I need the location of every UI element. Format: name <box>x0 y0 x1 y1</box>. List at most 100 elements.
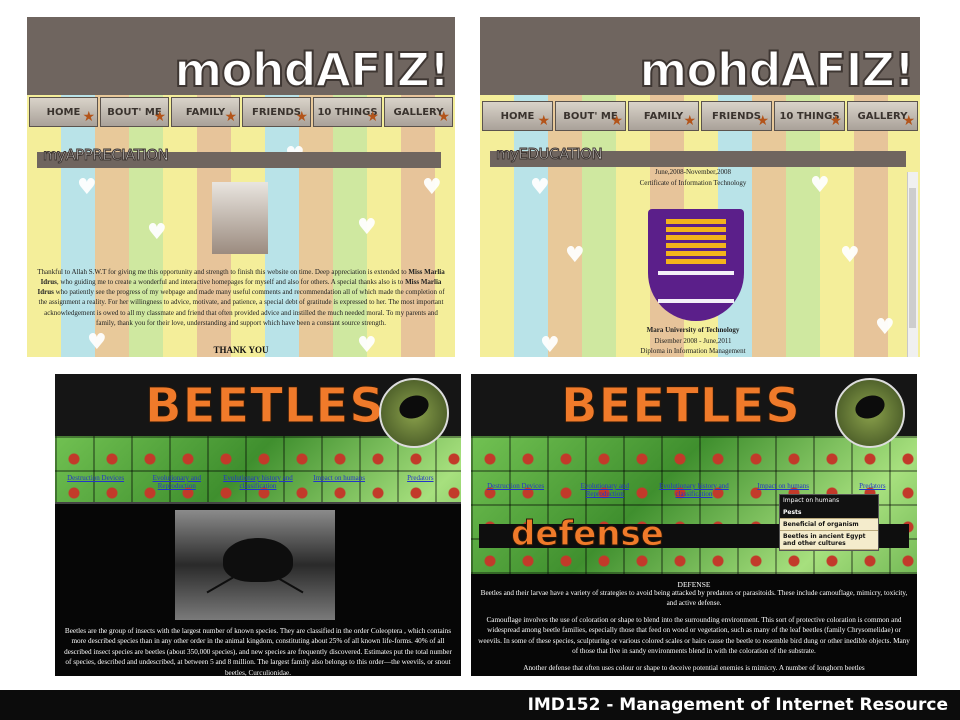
beetles-title: BEETLES <box>145 378 385 435</box>
scrollbar-thumb[interactable] <box>909 188 916 328</box>
text-segment: Thankful to Allah S.W.T for giving me th… <box>37 268 409 276</box>
nav-home[interactable]: HOME ★ <box>482 101 553 131</box>
nav-gallery[interactable]: GALLERY ★ <box>384 97 453 127</box>
screenshot-appreciation: ♥ ♥ ♥ ♥ ♥ ♥ ♥ mohdAFIZ! HOME★ BOUT' ME★ … <box>27 17 455 357</box>
nav-friends[interactable]: FRIENDS ★ <box>242 97 311 127</box>
heart-decoration: ♥ <box>357 215 377 240</box>
star-icon: ★ <box>224 109 237 125</box>
text-segment: who patiently see the progress of my web… <box>38 288 445 327</box>
nav-label: FRIENDS <box>252 106 301 118</box>
nav-family[interactable]: FAMILY ★ <box>628 101 699 131</box>
star-icon: ★ <box>153 109 166 125</box>
star-icon: ★ <box>902 113 915 129</box>
section-heading-bar: myEDUCATION <box>490 145 906 167</box>
nav-about[interactable]: BOUT' ME ★ <box>555 101 626 131</box>
university-logo <box>648 209 744 321</box>
beetles-content: Beetles are the group of insects with th… <box>55 502 461 676</box>
star-icon: ★ <box>683 113 696 129</box>
nav-link[interactable]: Evolutionary history and classification <box>659 482 729 498</box>
nav-label: GALLERY <box>393 106 444 118</box>
heart-decoration: ♥ <box>147 220 167 245</box>
site-logo: mohdAFIZ! <box>638 42 916 98</box>
nav-label: FAMILY <box>643 110 684 122</box>
nav-label: HOME <box>500 110 535 122</box>
nav-bar: HOME ★ BOUT' ME ★ FAMILY ★ FRIENDS ★ 10 THIN… <box>480 101 920 131</box>
thank-you-text: THANK YOU <box>213 345 269 355</box>
beetle-photo <box>175 510 335 620</box>
beetle-body <box>223 538 293 582</box>
star-icon: ★ <box>366 109 379 125</box>
nav-about[interactable]: BOUT' ME ★ <box>100 97 169 127</box>
education-certificate: Certificate of Information Technology <box>639 178 747 187</box>
dropdown-item[interactable]: Beetles in ancient Egypt and other cultu… <box>780 531 878 550</box>
nav-friends[interactable]: FRIENDS ★ <box>701 101 772 131</box>
beetles-intro-text: Beetles are the group of insects with th… <box>64 627 452 676</box>
nav-link[interactable]: Evolutionary and Reproduction <box>142 474 212 490</box>
university-name: Mara University of Technology <box>646 326 740 334</box>
beetle-circle-image <box>379 378 449 448</box>
star-icon: ★ <box>537 113 550 129</box>
text-segment: , who guiding me to create a wonderful a… <box>56 278 406 287</box>
nav-link[interactable]: Destruction Devices <box>61 474 131 490</box>
section-heading-bar: myAPPRECIATION <box>37 146 441 168</box>
education-bottom: Mara University of Technology Disember 2… <box>480 325 906 357</box>
star-icon: ★ <box>82 109 95 125</box>
nav-10-things[interactable]: 10 THINGS ★ <box>313 97 382 127</box>
diploma-name: Diploma in Information Management <box>640 347 746 355</box>
section-heading: myAPPRECIATION <box>42 146 169 165</box>
site-banner: mohdAFIZ! <box>27 17 455 98</box>
site-banner: mohdAFIZ! <box>480 17 920 98</box>
nav-gallery[interactable]: GALLERY ★ <box>847 101 918 131</box>
star-icon: ★ <box>295 109 308 125</box>
nav-label: FRIENDS <box>712 110 761 122</box>
education-top: June,2008-November,2008 Certificate of I… <box>480 167 906 188</box>
site-logo: mohdAFIZ! <box>173 42 451 98</box>
nav-family[interactable]: FAMILY ★ <box>171 97 240 127</box>
defense-paragraph: Another defense that often uses colour o… <box>523 663 865 672</box>
nav-home[interactable]: HOME ★ <box>29 97 98 127</box>
profile-photo <box>212 182 268 254</box>
beetle-circle-image <box>835 378 905 448</box>
defense-content: DEFENSE Beetles and their larvae have a … <box>471 574 917 676</box>
logo-keris <box>658 271 734 303</box>
appreciation-text: Thankful to Allah S.W.T for giving me th… <box>35 267 447 328</box>
course-footer: IMD152 - Management of Internet Resource <box>0 690 960 720</box>
heart-decoration: ♥ <box>565 243 585 268</box>
defense-title: defense <box>511 514 665 555</box>
dropdown-item[interactable]: Beneficial of organism <box>780 519 878 531</box>
defense-paragraph: Beetles and their larvae have a variety … <box>480 589 908 608</box>
course-title: IMD152 - Management of Internet Resource <box>527 695 948 715</box>
screenshot-beetles-defense: BEETLES Destruction Devices Evolutionary… <box>471 374 917 676</box>
section-heading: myEDUCATION <box>495 145 603 164</box>
star-icon: ★ <box>829 113 842 129</box>
beetles-nav-links: Destruction Devices Evolutionary and Rep… <box>55 474 461 490</box>
impact-dropdown-menu[interactable]: Impact on humans Pests Beneficial of org… <box>779 494 879 551</box>
nav-link[interactable]: Destruction Devices <box>481 482 551 498</box>
heart-decoration: ♥ <box>422 175 442 200</box>
screenshot-beetles-main: BEETLES Destruction Devices Evolutionary… <box>55 374 461 676</box>
defense-paragraph: Camouflage involves the use of coloratio… <box>478 615 910 656</box>
diploma-dates: Disember 2008 - June,2011 <box>654 336 732 345</box>
education-dates: June,2008-November,2008 <box>655 168 731 176</box>
star-icon: ★ <box>756 113 769 129</box>
dropdown-header[interactable]: Impact on humans <box>780 495 878 507</box>
nav-link[interactable]: Evolutionary and Reproduction <box>570 482 640 498</box>
nav-label: HOME <box>46 106 81 118</box>
beetles-title: BEETLES <box>561 378 801 435</box>
heart-decoration: ♥ <box>840 243 860 268</box>
nav-label: GALLERY <box>857 110 908 122</box>
logo-stripes <box>666 219 726 265</box>
dropdown-item[interactable]: Pests <box>780 507 878 519</box>
beetle-leg <box>276 576 304 594</box>
nav-link[interactable]: Impact on humans <box>304 474 374 490</box>
defense-text: Beetles and their larvae have a variety … <box>477 588 911 673</box>
nav-link[interactable]: Evolutionary history and classification <box>223 474 293 490</box>
nav-bar: HOME ★ BOUT' ME ★ FAMILY ★ FRIENDS ★ 10 THIN… <box>27 97 455 127</box>
nav-label: FAMILY <box>185 106 226 118</box>
beetle-leg <box>206 576 234 594</box>
screenshot-education: ♥ ♥ ♥ ♥ ♥ ♥ mohdAFIZ! HOME ★ BOUT' ME ★ FA… <box>480 17 920 357</box>
nav-link[interactable]: Predators <box>385 474 455 490</box>
scrollbar[interactable] <box>907 172 918 357</box>
nav-10-things[interactable]: 10 THINGS ★ <box>774 101 845 131</box>
star-icon: ★ <box>610 113 623 129</box>
